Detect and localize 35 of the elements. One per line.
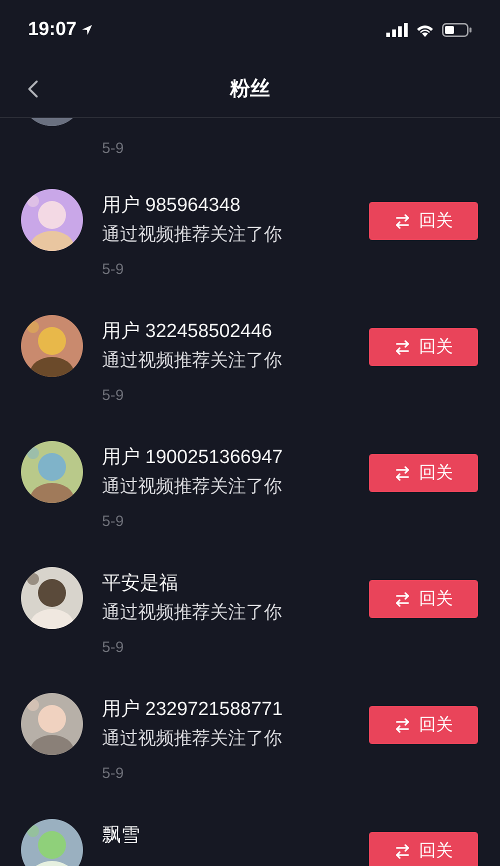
follow-date: 5-9 bbox=[102, 512, 125, 532]
swap-arrows-icon bbox=[394, 338, 411, 356]
battery-icon bbox=[442, 23, 472, 37]
wifi-icon bbox=[415, 23, 435, 37]
user-name: 平安是福 bbox=[102, 572, 179, 596]
follow-source: 通过视频推荐关注了你 bbox=[102, 223, 283, 246]
follow-back-button[interactable]: 回关 bbox=[369, 202, 478, 240]
page-title: 粉丝 bbox=[230, 76, 270, 102]
location-icon bbox=[80, 24, 93, 36]
follow-date: 5-9 bbox=[102, 386, 125, 406]
follow-date: 5-9 bbox=[102, 139, 124, 158]
swap-arrows-icon bbox=[394, 590, 411, 608]
follow-back-button[interactable]: 回关 bbox=[369, 328, 478, 366]
swap-arrows-icon bbox=[394, 212, 411, 230]
swap-arrows-icon bbox=[394, 716, 411, 734]
signal-icon bbox=[386, 23, 408, 37]
user-name: 用户 2329721588771 bbox=[102, 698, 284, 722]
swap-arrows-icon bbox=[394, 842, 411, 860]
follow-date: 5-9 bbox=[102, 260, 125, 280]
follow-source: 通过视频推荐关注了你 bbox=[102, 727, 283, 750]
follow-source: 通过视频推荐关注了你 bbox=[102, 475, 283, 498]
user-name: 用户 1900251366947 bbox=[102, 446, 284, 470]
follow-back-button[interactable]: 回关 bbox=[369, 580, 478, 618]
user-name: 用户 322458502446 bbox=[102, 320, 274, 344]
follow-back-button[interactable]: 回关 bbox=[369, 454, 478, 492]
follow-back-button[interactable]: 回关 bbox=[369, 832, 478, 866]
follow-date: 5-9 bbox=[102, 764, 125, 784]
swap-arrows-icon bbox=[394, 464, 411, 482]
user-name: 飘雪 bbox=[102, 824, 141, 848]
follow-source: 通过视频推荐关注了你 bbox=[102, 601, 283, 624]
follow-back-button[interactable]: 回关 bbox=[369, 706, 478, 744]
status-time: 19:07 bbox=[28, 18, 77, 42]
user-name: 用户 985964348 bbox=[102, 194, 242, 218]
follow-source: 通过视频推荐关注了你 bbox=[102, 349, 283, 372]
follow-date: 5-9 bbox=[102, 638, 125, 658]
